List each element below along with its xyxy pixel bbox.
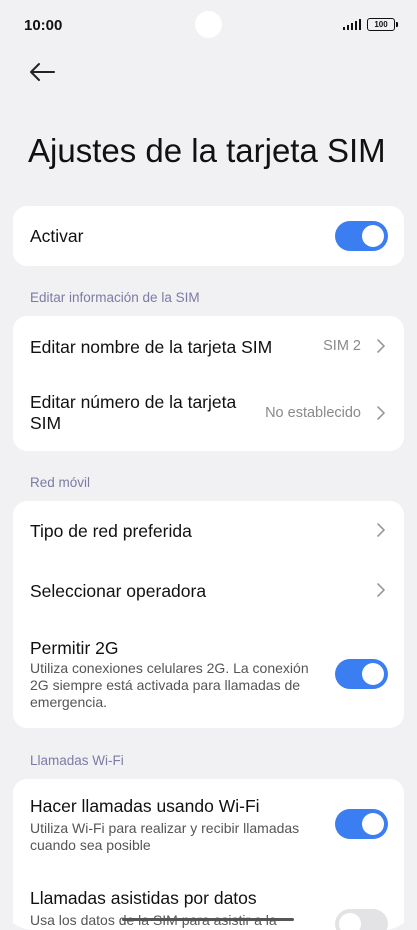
back-button[interactable] (26, 56, 58, 88)
signal-icon (342, 19, 361, 30)
chevron-right-icon (377, 406, 385, 420)
preferred-network-row[interactable]: Tipo de red preferida (13, 501, 404, 561)
battery-icon: 100 (367, 18, 398, 31)
section-mobile-network: Red móvil (30, 475, 91, 490)
home-indicator[interactable] (122, 918, 294, 921)
allow-2g-description: Utiliza conexiones celulares 2G. La cone… (30, 660, 309, 710)
select-operator-label: Seleccionar operadora (30, 581, 207, 601)
edit-number-row[interactable]: Editar número de la tarjeta SIM No estab… (13, 378, 404, 450)
sim-name-value: SIM 2 (323, 338, 361, 354)
chevron-right-icon (377, 523, 385, 537)
wifi-calls-label: Hacer llamadas usando Wi-Fi (30, 796, 260, 816)
select-operator-row[interactable]: Seleccionar operadora (13, 561, 404, 621)
wifi-calls-card: Hacer llamadas usando Wi-Fi Utiliza Wi-F… (13, 779, 404, 930)
allow-2g-row[interactable]: Permitir 2G Utiliza conexiones celulares… (13, 621, 404, 728)
edit-name-row[interactable]: Editar nombre de la tarjeta SIM SIM 2 (13, 316, 404, 376)
data-assisted-label: Llamadas asistidas por datos (30, 888, 257, 908)
mobile-network-card: Tipo de red preferida Seleccionar operad… (13, 501, 404, 728)
page-title: Ajustes de la tarjeta SIM (28, 132, 386, 170)
status-bar: 10:00 100 (0, 0, 417, 52)
allow-2g-label: Permitir 2G (30, 638, 119, 658)
section-wifi-calls: Llamadas Wi-Fi (30, 753, 124, 768)
activate-label: Activar (30, 226, 84, 246)
chevron-right-icon (377, 583, 385, 597)
preferred-network-label: Tipo de red preferida (30, 521, 192, 541)
edit-info-card: Editar nombre de la tarjeta SIM SIM 2 Ed… (13, 316, 404, 451)
sim-number-value: No establecido (265, 405, 361, 421)
wifi-calls-description: Utiliza Wi-Fi para realizar y recibir ll… (30, 820, 300, 853)
activate-card: Activar (13, 206, 404, 266)
activate-row[interactable]: Activar (13, 206, 404, 266)
chevron-right-icon (377, 339, 385, 353)
arrow-left-icon (30, 63, 55, 81)
status-icons: 100 (342, 18, 398, 31)
camera-cutout (195, 11, 222, 38)
activate-toggle[interactable] (335, 221, 388, 251)
wifi-calls-toggle[interactable] (335, 809, 388, 839)
status-time: 10:00 (24, 17, 63, 34)
screen: 10:00 100 Ajustes de la tarjeta SIM Acti… (0, 0, 417, 930)
edit-number-label: Editar número de la tarjeta SIM (30, 392, 237, 433)
section-edit-info: Editar información de la SIM (30, 290, 200, 305)
data-assisted-toggle[interactable] (335, 909, 388, 930)
edit-name-label: Editar nombre de la tarjeta SIM (30, 337, 273, 357)
allow-2g-toggle[interactable] (335, 659, 388, 689)
wifi-calls-row[interactable]: Hacer llamadas usando Wi-Fi Utiliza Wi-F… (13, 779, 404, 867)
